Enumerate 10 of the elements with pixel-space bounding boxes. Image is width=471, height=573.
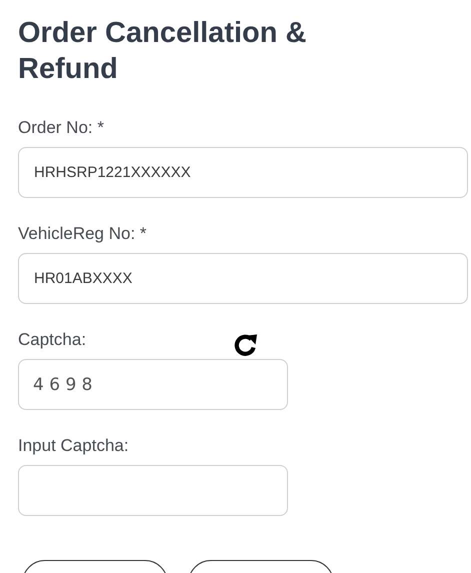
field-label: VehicleReg No: * [18,224,147,244]
page-title: Order Cancellation & Refund [18,16,308,87]
input-field[interactable]: HR01ABXXXX [18,253,468,304]
input-field[interactable] [18,465,288,516]
field-label: Input Captcha: [18,436,129,456]
field-label: Order No: * [18,118,104,138]
captcha-field[interactable]: 4 6 9 8 [18,359,288,410]
input-field[interactable]: HRHSRP1221XXXXXX [18,147,468,198]
field-label: Captcha: [18,330,86,350]
refresh-icon[interactable] [233,333,260,357]
